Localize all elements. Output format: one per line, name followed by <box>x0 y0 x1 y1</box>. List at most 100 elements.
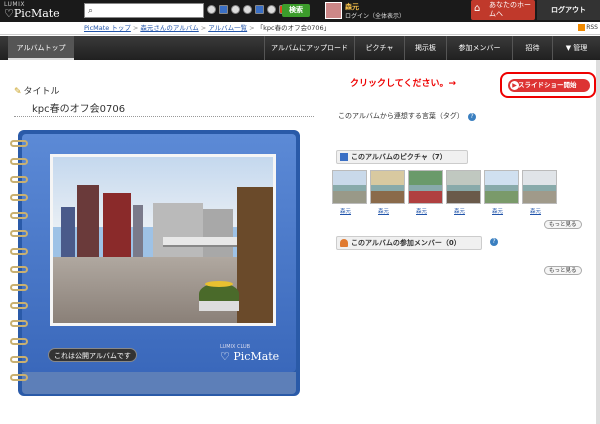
picture-thumbnail[interactable] <box>484 170 519 204</box>
help-icon[interactable]: ? <box>467 113 476 121</box>
spiral-ring <box>10 320 28 327</box>
tab-pictures[interactable]: ピクチャ <box>354 36 404 60</box>
home-button[interactable]: ⌂ あなたのホームへ <box>471 0 535 20</box>
breadcrumb-separator: > <box>200 24 207 32</box>
scope-radio-icon[interactable] <box>267 5 276 14</box>
title-label-text: タイトル <box>23 87 60 97</box>
member-icon <box>340 239 348 247</box>
thumbnail-author-link[interactable]: 森元 <box>340 207 351 215</box>
scope-album-icon[interactable] <box>219 5 228 14</box>
search-icon: ⌕ <box>88 6 94 16</box>
search-input[interactable] <box>99 5 201 16</box>
album-logo-big: ♡ PicMate <box>220 350 280 363</box>
breadcrumb-item-user[interactable]: 森元さんのアルバム <box>140 24 198 32</box>
thumb-sky <box>409 171 442 185</box>
slideshow-button[interactable]: ▶ スライドショー開始 <box>500 72 596 98</box>
logout-button[interactable]: ログアウト <box>537 0 600 20</box>
breadcrumb-item-top[interactable]: PicMate トップ <box>84 24 131 32</box>
picture-thumbnail[interactable] <box>332 170 367 204</box>
spiral-ring <box>10 140 28 147</box>
album-picmate-logo: LUMIX CLUB ♡ PicMate <box>220 344 279 363</box>
spiral-ring <box>10 302 28 309</box>
pictures-list <box>332 170 557 218</box>
help-icon[interactable]: ? <box>490 238 498 246</box>
scope-picture-icon[interactable] <box>255 5 264 14</box>
play-icon: ▶ <box>510 81 519 90</box>
tab-invite[interactable]: 招待 <box>512 36 552 60</box>
search-scope-icons <box>207 5 288 17</box>
pencil-icon: ✎ <box>14 87 22 97</box>
picture-thumbnail[interactable] <box>446 170 481 204</box>
pictures-more-button[interactable]: もっと見る <box>544 220 582 229</box>
album-title: kpc春のオフ会0706 <box>32 104 126 115</box>
photo-building <box>203 209 233 257</box>
spiral-ring <box>10 212 28 219</box>
tab-members[interactable]: 参加メンバー <box>446 36 512 60</box>
lumix-picmate-logo[interactable]: LUMIX ♡PicMate <box>4 1 80 21</box>
rss-link[interactable]: RSS <box>578 24 598 31</box>
pictures-section-header: このアルバムのピクチャ（7） <box>336 150 468 164</box>
tab-album-top[interactable]: アルバムトップ <box>8 36 74 60</box>
photo-building <box>61 207 75 257</box>
breadcrumb-separator: > <box>249 24 255 32</box>
picture-thumbnail[interactable] <box>522 170 557 204</box>
picture-icon <box>340 153 348 161</box>
thumbnail-author-link[interactable]: 森元 <box>492 207 503 215</box>
cover-photo-image <box>53 157 273 323</box>
top-header: LUMIX ♡PicMate ⌕ 検索 森元 ログイン（全体表示） ⌂ あなたの… <box>0 0 600 22</box>
photo-building <box>103 193 131 257</box>
spiral-ring <box>10 194 28 201</box>
photo-canopy <box>163 237 243 247</box>
album-nav: アルバムトップ アルバムにアップロード ピクチャ 掲示板 参加メンバー 招待 ▼… <box>0 36 600 60</box>
thumb-ground <box>409 191 442 203</box>
search-box: ⌕ <box>84 3 204 18</box>
photo-building <box>153 203 203 257</box>
search-button[interactable]: 検索 <box>282 4 310 17</box>
thumb-ground <box>523 191 556 203</box>
photo-pot <box>199 301 239 311</box>
tab-upload[interactable]: アルバムにアップロード <box>264 36 354 60</box>
tab-manage[interactable]: ▼ 管理 <box>552 36 600 60</box>
tags-section: このアルバムから連想する言葉（タグ）? <box>338 111 476 121</box>
title-divider <box>14 116 314 117</box>
logo-picmate-text: ♡PicMate <box>4 7 60 20</box>
avatar[interactable] <box>325 2 342 19</box>
breadcrumb-item-albums[interactable]: アルバム一覧 <box>208 24 247 32</box>
thumbnail-author-link[interactable]: 森元 <box>416 207 427 215</box>
thumbnail-author-link[interactable]: 森元 <box>378 207 389 215</box>
thumb-sky <box>333 171 366 185</box>
tab-board[interactable]: 掲示板 <box>404 36 446 60</box>
picture-thumbnail[interactable] <box>408 170 443 204</box>
slideshow-button-inner[interactable]: ▶ スライドショー開始 <box>508 79 590 92</box>
members-more-button[interactable]: もっと見る <box>544 266 582 275</box>
scope-radio-icon[interactable] <box>207 5 216 14</box>
scope-radio-icon[interactable] <box>231 5 240 14</box>
home-icon: ⌂ <box>474 3 481 14</box>
tags-description: このアルバムから連想する言葉（タグ） <box>338 112 464 120</box>
photo-building <box>77 185 99 257</box>
picture-thumbnail[interactable] <box>370 170 405 204</box>
thumbnail-author-link[interactable]: 森元 <box>530 207 541 215</box>
photo-building <box>133 205 143 257</box>
public-album-badge: これは公開アルバムです <box>48 348 137 362</box>
scope-person-icon[interactable] <box>243 5 252 14</box>
breadcrumb-separator: > <box>132 24 139 32</box>
photo-flowers <box>205 281 233 287</box>
spiral-ring <box>10 176 28 183</box>
spiral-ring <box>10 338 28 345</box>
instruction-callout: クリックしてください。→ <box>350 79 457 89</box>
album-cover-photo[interactable] <box>50 154 276 326</box>
thumbnail-author-link[interactable]: 森元 <box>454 207 465 215</box>
spiral-ring <box>10 374 28 381</box>
thumb-ground <box>485 191 518 203</box>
album-spiral-binding <box>10 140 30 390</box>
thumb-ground <box>333 191 366 203</box>
breadcrumb: PicMate トップ > 森元さんのアルバム > アルバム一覧 > 「kpc春のオフ会07… <box>0 22 600 35</box>
spiral-ring <box>10 356 28 363</box>
page-scrollbar[interactable] <box>596 60 600 424</box>
thumb-sky <box>447 171 480 185</box>
title-label: ✎ タイトル <box>14 84 314 97</box>
photo-building <box>237 187 273 323</box>
spiral-ring <box>10 284 28 291</box>
album-book-pages <box>22 372 296 394</box>
